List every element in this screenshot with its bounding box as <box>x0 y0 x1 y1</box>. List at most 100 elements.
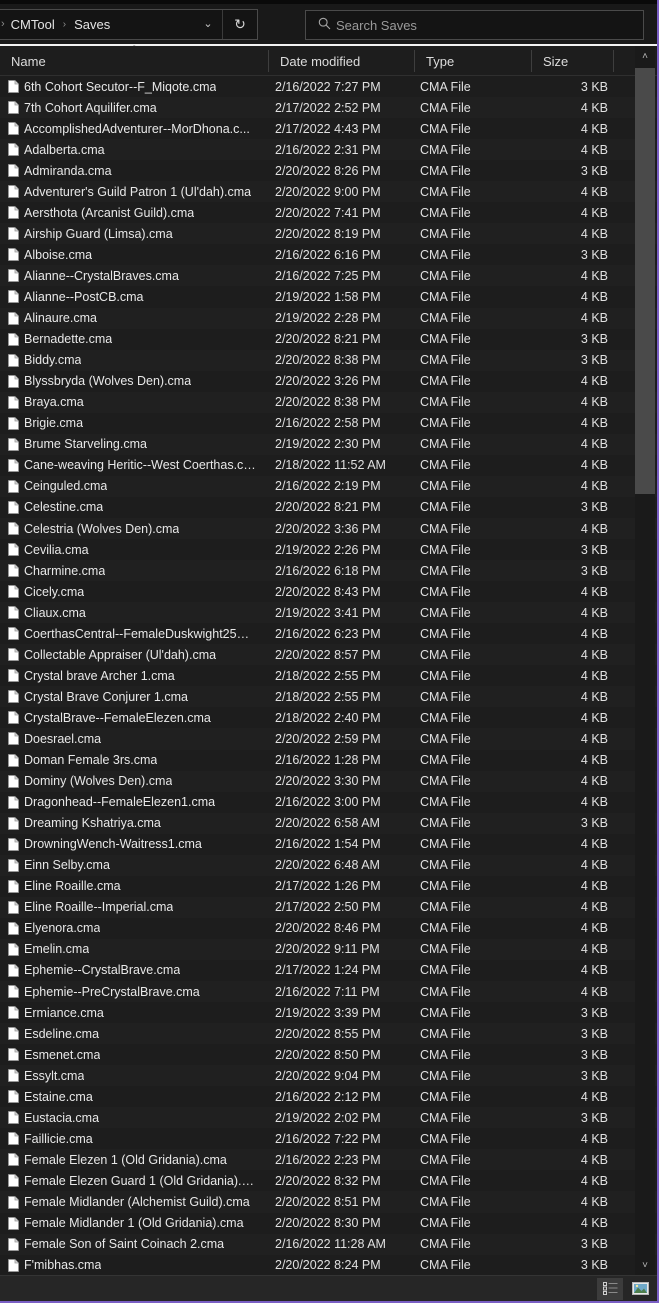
scroll-down-arrow-icon[interactable]: ˅ <box>635 1255 655 1275</box>
file-row[interactable]: Celestria (Wolves Den).cma 2/20/2022 3:36… <box>0 517 657 540</box>
file-name-cell[interactable]: Alianne--PostCB.cma <box>0 290 266 304</box>
large-icons-view-button[interactable] <box>627 1278 653 1300</box>
file-name-cell[interactable]: Dreaming Kshatriya.cma <box>0 816 266 830</box>
file-row[interactable]: Adventurer's Guild Patron 1 (Ul'dah).cma… <box>0 181 657 203</box>
file-name-cell[interactable]: AccomplishedAdventurer--MorDhona.c... <box>0 122 266 136</box>
file-row[interactable]: CoerthasCentral--FemaleDuskwight250a... 2… <box>0 623 657 644</box>
file-name-cell[interactable]: Alinaure.cma <box>0 311 266 325</box>
file-row[interactable]: CrystalBrave--FemaleElezen.cma 2/18/2022 … <box>0 707 657 728</box>
file-name-cell[interactable]: Female Midlander (Alchemist Guild).cma <box>0 1195 266 1209</box>
file-row[interactable]: Doesrael.cma 2/20/2022 2:59 PM CMA File 4 K… <box>0 728 657 750</box>
file-row[interactable]: Adalberta.cma 2/16/2022 2:31 PM CMA File 4 … <box>0 139 657 161</box>
file-row[interactable]: Crystal Brave Conjurer 1.cma 2/18/2022 2:… <box>0 686 657 708</box>
file-row[interactable]: Dragonhead--FemaleElezen1.cma 2/16/2022 3… <box>0 792 657 813</box>
file-row[interactable]: Aersthota (Arcanist Guild).cma 2/20/2022 … <box>0 202 657 223</box>
column-header-type[interactable]: Type <box>415 46 531 76</box>
file-name-cell[interactable]: Ermiance.cma <box>0 1006 266 1020</box>
column-header-name[interactable]: Name <box>0 46 268 76</box>
file-row[interactable]: Charmine.cma 2/16/2022 6:18 PM CMA File 3 K… <box>0 560 657 582</box>
file-name-cell[interactable]: Female Midlander 1 (Old Gridania).cma <box>0 1216 266 1230</box>
file-row[interactable]: Cane-weaving Heritic--West Coerthas.cma 2… <box>0 455 657 476</box>
file-row[interactable]: Braya.cma 2/20/2022 8:38 PM CMA File 4 KB <box>0 391 657 413</box>
column-header-date-modified[interactable]: Date modified <box>269 46 414 76</box>
file-row[interactable]: 6th Cohort Secutor--F_Miqote.cma 2/16/202… <box>0 76 657 97</box>
file-name-cell[interactable]: Esmenet.cma <box>0 1048 266 1062</box>
file-row[interactable]: Eustacia.cma 2/19/2022 2:02 PM CMA File 3 K… <box>0 1107 657 1129</box>
file-row[interactable]: Doman Female 3rs.cma 2/16/2022 1:28 PM CMA… <box>0 750 657 771</box>
refresh-icon[interactable]: ↻ <box>223 10 257 39</box>
file-name-cell[interactable]: Brume Starveling.cma <box>0 437 266 451</box>
file-name-cell[interactable]: Crystal brave Archer 1.cma <box>0 669 266 683</box>
file-name-cell[interactable]: Adalberta.cma <box>0 143 266 157</box>
file-name-cell[interactable]: Aersthota (Arcanist Guild).cma <box>0 206 266 220</box>
file-name-cell[interactable]: Collectable Appraiser (Ul'dah).cma <box>0 648 266 662</box>
file-name-cell[interactable]: Admiranda.cma <box>0 164 266 178</box>
file-row[interactable]: Female Midlander (Alchemist Guild).cma 2/… <box>0 1191 657 1213</box>
file-name-cell[interactable]: Bernadette.cma <box>0 332 266 346</box>
file-row[interactable]: Dominy (Wolves Den).cma 2/20/2022 3:30 PM… <box>0 770 657 792</box>
file-row[interactable]: Ceinguled.cma 2/16/2022 2:19 PM CMA File 4 … <box>0 475 657 497</box>
breadcrumb-item-cmtool[interactable]: CMTool <box>9 17 57 32</box>
file-row[interactable]: Alinaure.cma 2/19/2022 2:28 PM CMA File 4 K… <box>0 307 657 329</box>
file-name-cell[interactable]: Eline Roaille.cma <box>0 879 266 893</box>
file-row[interactable]: 7th Cohort Aquilifer.cma 2/17/2022 2:52 P… <box>0 97 657 119</box>
file-row[interactable]: Faillicie.cma 2/16/2022 7:22 PM CMA File 4 … <box>0 1128 657 1149</box>
file-row[interactable]: Emelin.cma 2/20/2022 9:11 PM CMA File 4 KB <box>0 938 657 960</box>
breadcrumb-overflow-icon[interactable]: › <box>0 19 9 30</box>
file-row[interactable]: Dreaming Kshatriya.cma 2/20/2022 6:58 AM C… <box>0 812 657 834</box>
file-name-cell[interactable]: Emelin.cma <box>0 942 266 956</box>
file-name-cell[interactable]: Female Son of Saint Coinach 2.cma <box>0 1237 266 1251</box>
file-row[interactable]: Alianne--PostCB.cma 2/19/2022 1:58 PM CMA … <box>0 286 657 307</box>
file-row[interactable]: Airship Guard (Limsa).cma 2/20/2022 8:19 … <box>0 223 657 245</box>
vertical-scrollbar[interactable]: ˄ ˅ <box>635 46 655 1275</box>
file-row[interactable]: Ephemie--PreCrystalBrave.cma 2/16/2022 7:… <box>0 981 657 1003</box>
file-name-cell[interactable]: Ephemie--CrystalBrave.cma <box>0 963 266 977</box>
file-row[interactable]: Female Elezen 1 (Old Gridania).cma 2/16/2… <box>0 1149 657 1171</box>
file-name-cell[interactable]: Elyenora.cma <box>0 921 266 935</box>
file-row[interactable]: Collectable Appraiser (Ul'dah).cma 2/20/2… <box>0 644 657 666</box>
details-view-button[interactable] <box>597 1277 623 1300</box>
file-name-cell[interactable]: CoerthasCentral--FemaleDuskwight250a... <box>0 627 266 641</box>
file-name-cell[interactable]: Celestine.cma <box>0 500 266 514</box>
file-row[interactable]: Ermiance.cma 2/19/2022 3:39 PM CMA File 3 K… <box>0 1002 657 1023</box>
file-name-cell[interactable]: Crystal Brave Conjurer 1.cma <box>0 690 266 704</box>
file-row[interactable]: Crystal brave Archer 1.cma 2/18/2022 2:55… <box>0 665 657 686</box>
file-row[interactable]: Eline Roaille.cma 2/17/2022 1:26 PM CMA Fi… <box>0 876 657 897</box>
file-name-cell[interactable]: Dominy (Wolves Den).cma <box>0 774 266 788</box>
file-name-cell[interactable]: Esdeline.cma <box>0 1027 266 1041</box>
file-row[interactable]: Essylt.cma 2/20/2022 9:04 PM CMA File 3 KB <box>0 1065 657 1087</box>
file-list[interactable]: 6th Cohort Secutor--F_Miqote.cma 2/16/202… <box>0 76 657 1275</box>
file-row[interactable]: Esmenet.cma 2/20/2022 8:50 PM CMA File 3 KB <box>0 1044 657 1065</box>
file-name-cell[interactable]: Airship Guard (Limsa).cma <box>0 227 266 241</box>
file-name-cell[interactable]: 6th Cohort Secutor--F_Miqote.cma <box>0 80 266 94</box>
file-row[interactable]: Bernadette.cma 2/20/2022 8:21 PM CMA File 3… <box>0 329 657 350</box>
file-row[interactable]: Biddy.cma 2/20/2022 8:38 PM CMA File 3 KB <box>0 349 657 371</box>
file-name-cell[interactable]: Faillicie.cma <box>0 1132 266 1146</box>
scrollbar-track[interactable] <box>635 66 655 1255</box>
file-row[interactable]: Ephemie--CrystalBrave.cma 2/17/2022 1:24 … <box>0 960 657 981</box>
file-row[interactable]: Female Son of Saint Coinach 2.cma 2/16/20… <box>0 1233 657 1255</box>
file-name-cell[interactable]: Essylt.cma <box>0 1069 266 1083</box>
file-name-cell[interactable]: Eustacia.cma <box>0 1111 266 1125</box>
file-name-cell[interactable]: DrowningWench-Waitress1.cma <box>0 837 266 851</box>
file-name-cell[interactable]: Alboise.cma <box>0 248 266 262</box>
file-name-cell[interactable]: Estaine.cma <box>0 1090 266 1104</box>
file-row[interactable]: Female Midlander 1 (Old Gridania).cma 2/2… <box>0 1213 657 1234</box>
file-name-cell[interactable]: Cliaux.cma <box>0 606 266 620</box>
file-row[interactable]: Female Elezen Guard 1 (Old Gridania).cma… <box>0 1170 657 1191</box>
address-bar[interactable]: › CMTool › Saves ⌄ ↻ <box>0 9 258 40</box>
file-name-cell[interactable]: Einn Selby.cma <box>0 858 266 872</box>
file-name-cell[interactable]: Ceinguled.cma <box>0 479 266 493</box>
file-name-cell[interactable]: Adventurer's Guild Patron 1 (Ul'dah).cma <box>0 185 266 199</box>
file-name-cell[interactable]: Biddy.cma <box>0 353 266 367</box>
file-name-cell[interactable]: Doesrael.cma <box>0 732 266 746</box>
file-name-cell[interactable]: Blyssbryda (Wolves Den).cma <box>0 374 266 388</box>
file-row[interactable]: Cevilia.cma 2/19/2022 2:26 PM CMA File 3 KB <box>0 539 657 560</box>
column-divider[interactable] <box>613 50 614 72</box>
file-row[interactable]: AccomplishedAdventurer--MorDhona.c... 2/1… <box>0 118 657 139</box>
file-name-cell[interactable]: Braya.cma <box>0 395 266 409</box>
chevron-down-icon[interactable]: ⌄ <box>194 19 222 30</box>
file-row[interactable]: Brigie.cma 2/16/2022 2:58 PM CMA File 4 KB <box>0 413 657 434</box>
file-name-cell[interactable]: Cane-weaving Heritic--West Coerthas.cma <box>0 458 266 472</box>
file-row[interactable]: Estaine.cma 2/16/2022 2:12 PM CMA File 4 KB <box>0 1086 657 1107</box>
